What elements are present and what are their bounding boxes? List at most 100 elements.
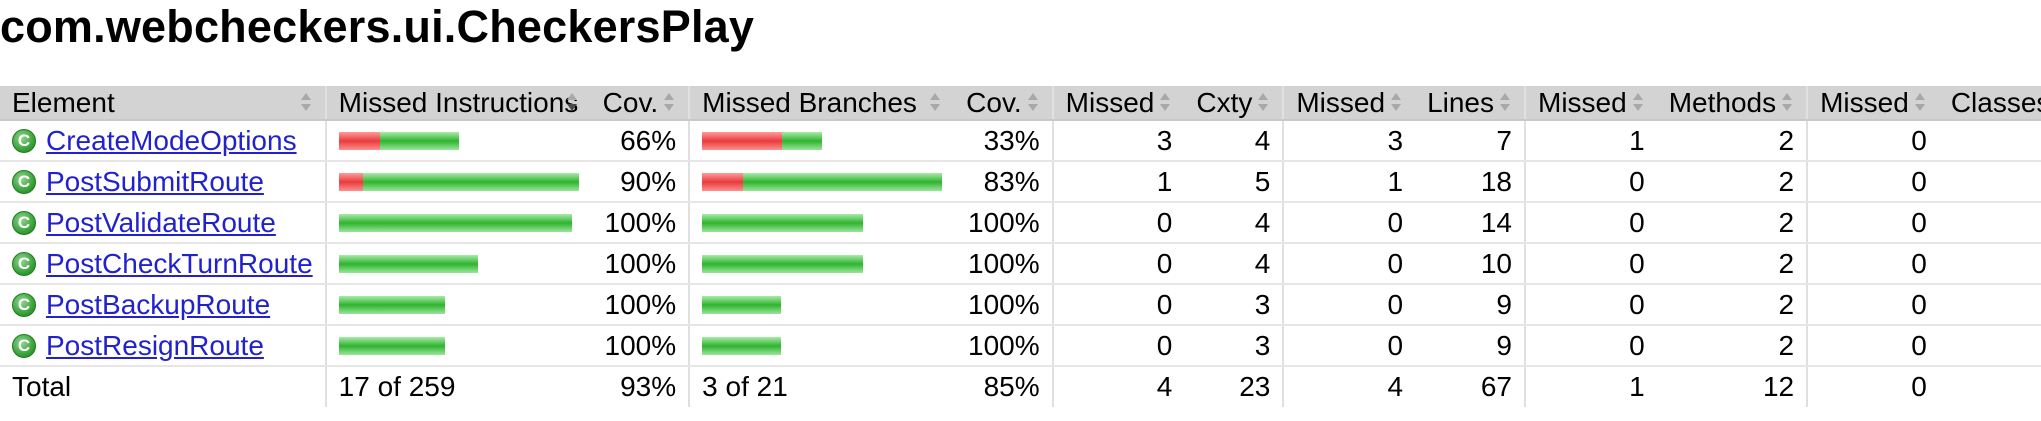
sort-icon xyxy=(1498,92,1512,114)
missed-cxty-cell: 0 xyxy=(1051,243,1185,285)
element-link[interactable]: PostValidateRoute xyxy=(46,207,276,239)
branches-covered-bar-segment xyxy=(702,254,864,273)
lines-cell: 7 xyxy=(1415,120,1525,162)
col-methods-label: Methods xyxy=(1668,86,1777,118)
instructions-covered-bar-segment xyxy=(362,172,579,191)
classes-cell: 1 xyxy=(1938,161,2041,203)
table-row: CCreateModeOptions66%33%34371201 xyxy=(0,120,2041,162)
element-cell: C PostBackupRoute xyxy=(0,284,326,326)
branches-covered-bar-segment xyxy=(782,131,823,150)
total-instructions: 17 of 259 xyxy=(324,365,591,407)
total-methods: 12 xyxy=(1656,365,1808,407)
missed-cxty-cell: 3 xyxy=(1051,120,1185,162)
missed-methods-cell: 0 xyxy=(1524,325,1657,367)
col-missed-lines[interactable]: Missed xyxy=(1282,86,1416,121)
col-lines[interactable]: Lines xyxy=(1415,86,1525,121)
cxty-cell: 4 xyxy=(1184,120,1284,162)
cxty-cell: 3 xyxy=(1184,284,1284,326)
instr-cov-cell: 100% xyxy=(590,243,690,285)
total-branches: 3 of 21 xyxy=(688,365,955,407)
instr-cov-cell: 100% xyxy=(590,325,690,367)
missed-instructions-cell xyxy=(324,243,591,285)
lines-cell: 14 xyxy=(1415,202,1525,244)
class-icon: C xyxy=(12,251,36,276)
missed-methods-cell: 0 xyxy=(1524,202,1657,244)
element-cell: C CreateModeOptions xyxy=(0,120,326,162)
table-row: CPostSubmitRoute90%83%151180201 xyxy=(0,161,2041,203)
col-element[interactable]: Element xyxy=(0,86,326,121)
sort-icon xyxy=(662,92,676,114)
col-methods[interactable]: Methods xyxy=(1656,86,1808,121)
element-cell: C PostCheckTurnRoute xyxy=(0,243,326,285)
element-link[interactable]: CreateModeOptions xyxy=(46,125,297,157)
missed-classes-cell: 0 xyxy=(1806,243,1939,285)
total-lines: 67 xyxy=(1415,365,1525,407)
lines-cell: 9 xyxy=(1415,325,1525,367)
cxty-cell: 5 xyxy=(1184,161,1284,203)
col-missed-branches-label: Missed Branches xyxy=(702,86,917,118)
element-link[interactable]: PostSubmitRoute xyxy=(46,166,264,198)
cxty-cell: 4 xyxy=(1184,243,1284,285)
sort-icon xyxy=(299,92,313,114)
instructions-coverage-bar xyxy=(338,172,579,191)
instructions-coverage-bar xyxy=(338,254,579,273)
missed-methods-cell: 1 xyxy=(1524,120,1657,162)
lines-cell: 18 xyxy=(1415,161,1525,203)
missed-classes-cell: 0 xyxy=(1806,120,1939,162)
classes-cell: 1 xyxy=(1938,120,2041,162)
total-missed-classes: 0 xyxy=(1806,365,1939,407)
instr-cov-cell: 90% xyxy=(590,161,690,203)
instr-cov-cell: 100% xyxy=(590,284,690,326)
branches-coverage-bar xyxy=(702,336,942,355)
instructions-coverage-bar xyxy=(338,131,579,150)
col-cxty[interactable]: Cxty xyxy=(1184,86,1284,121)
missed-instructions-cell xyxy=(324,284,591,326)
element-wrap: C PostBackupRoute xyxy=(12,289,313,321)
element-link[interactable]: PostBackupRoute xyxy=(46,289,270,321)
col-missed-branches[interactable]: Missed Branches xyxy=(688,86,955,121)
total-label: Total xyxy=(0,365,326,407)
missed-instructions-cell xyxy=(324,120,591,162)
missed-methods-cell: 0 xyxy=(1524,161,1657,203)
missed-branches-cell xyxy=(688,161,955,203)
branch-cov-cell: 100% xyxy=(954,325,1053,367)
missed-branches-cell xyxy=(688,120,955,162)
branch-cov-cell: 100% xyxy=(954,243,1053,285)
class-icon: C xyxy=(12,292,36,317)
missed-lines-cell: 0 xyxy=(1282,325,1416,367)
element-link[interactable]: PostResignRoute xyxy=(46,330,264,362)
missed-methods-cell: 0 xyxy=(1524,284,1657,326)
missed-lines-cell: 0 xyxy=(1282,243,1416,285)
instructions-missed-bar-segment xyxy=(338,131,380,150)
total-classes: 6 xyxy=(1938,365,2041,407)
col-missed-cxty[interactable]: Missed xyxy=(1051,86,1185,121)
element-link[interactable]: PostCheckTurnRoute xyxy=(46,248,313,280)
col-missed-lines-label: Missed xyxy=(1296,86,1386,118)
col-classes[interactable]: Classes xyxy=(1938,86,2041,121)
missed-instructions-cell xyxy=(324,325,591,367)
branches-coverage-bar xyxy=(702,213,942,232)
col-missed-instructions[interactable]: Missed Instructions xyxy=(324,86,591,121)
col-missed-classes[interactable]: Missed xyxy=(1806,86,1939,121)
missed-lines-cell: 3 xyxy=(1282,120,1416,162)
branches-covered-bar-segment xyxy=(702,295,782,314)
col-classes-label: Classes xyxy=(1950,86,2041,118)
col-element-label: Element xyxy=(12,86,115,118)
instr-cov-cell: 66% xyxy=(590,120,690,162)
cxty-cell: 4 xyxy=(1184,202,1284,244)
col-missed-methods[interactable]: Missed xyxy=(1524,86,1657,121)
page-title: com.webcheckers.ui.CheckersPlay xyxy=(0,1,755,52)
col-branch-cov[interactable]: Cov. xyxy=(954,86,1053,121)
branch-cov-cell: 33% xyxy=(954,120,1053,162)
table-row: CPostCheckTurnRoute100%100%040100201 xyxy=(0,243,2041,285)
sort-icon xyxy=(1026,92,1040,114)
missed-cxty-cell: 1 xyxy=(1051,161,1185,203)
col-instr-cov[interactable]: Cov. xyxy=(590,86,690,121)
col-instr-cov-label: Cov. xyxy=(602,86,659,118)
sort-icon xyxy=(1631,92,1645,114)
methods-cell: 2 xyxy=(1656,161,1808,203)
class-icon: C xyxy=(12,210,36,235)
methods-cell: 2 xyxy=(1656,202,1808,244)
col-cxty-label: Cxty xyxy=(1196,86,1253,118)
sort-icon xyxy=(1780,92,1794,114)
